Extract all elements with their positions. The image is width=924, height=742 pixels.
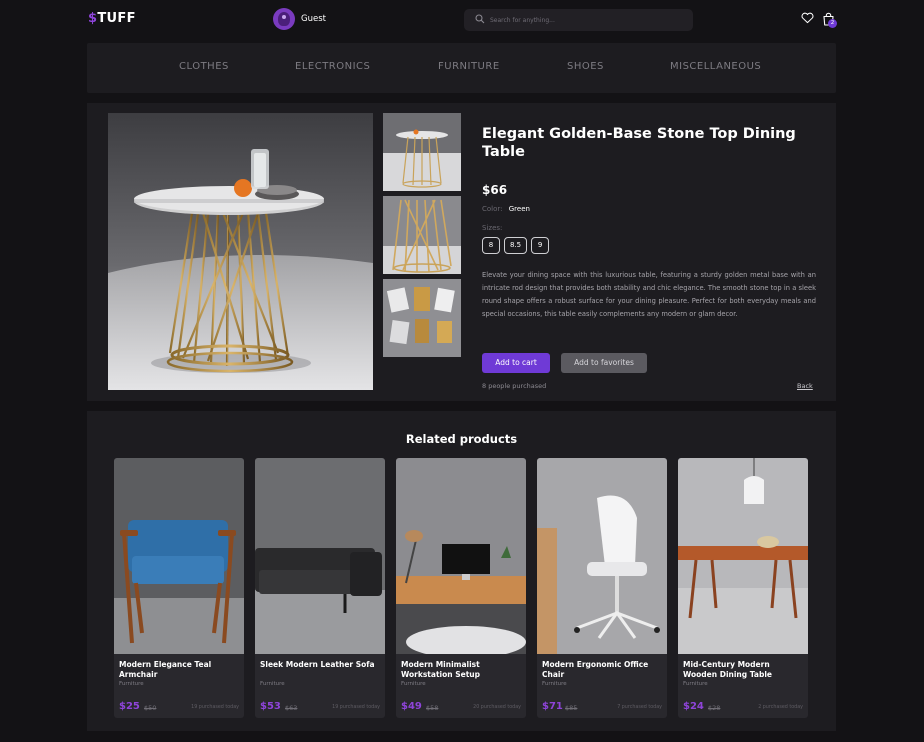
related-products-title: Related products bbox=[405, 432, 518, 446]
product-card-category: Furniture bbox=[119, 681, 144, 687]
logo-symbol: $ bbox=[88, 11, 98, 26]
size-option-9[interactable]: 9 bbox=[531, 237, 550, 254]
product-card[interactable]: Sleek Modern Leather Sofa Furniture $53 … bbox=[255, 458, 385, 718]
logo[interactable]: $TUFF bbox=[88, 11, 136, 26]
product-card-old-price: $28 bbox=[708, 704, 721, 712]
product-card-price: $71 bbox=[542, 701, 563, 712]
product-card-price: $49 bbox=[401, 701, 422, 712]
nav-item-electronics[interactable]: ELECTRONICS bbox=[295, 61, 370, 72]
product-color: Color: Green bbox=[482, 205, 530, 213]
back-link[interactable]: Back bbox=[797, 382, 813, 390]
product-card-sold: 19 purchased today bbox=[191, 705, 239, 710]
color-label: Color: bbox=[482, 205, 503, 213]
product-card-image bbox=[396, 458, 526, 654]
product-card-category: Furniture bbox=[260, 681, 285, 687]
search-input[interactable] bbox=[490, 12, 685, 28]
product-card-title: Sleek Modern Leather Sofa bbox=[260, 660, 375, 669]
search-bar bbox=[464, 9, 693, 31]
product-price: $66 bbox=[482, 183, 508, 197]
product-card-image bbox=[114, 458, 244, 654]
cart-count-badge: 2 bbox=[828, 19, 837, 28]
product-card[interactable]: Modern Ergonomic Office Chair Furniture … bbox=[537, 458, 667, 718]
product-card-price: $53 bbox=[260, 701, 281, 712]
size-option-8[interactable]: 8 bbox=[482, 237, 500, 254]
product-card-title: Modern Minimalist Workstation Setup bbox=[401, 660, 480, 679]
product-card-sold: 2 purchased today bbox=[758, 705, 803, 710]
purchased-count: 8 people purchased bbox=[482, 382, 547, 390]
page: $TUFF Guest 2 CLOTHES ELECTRONICS FURNIT… bbox=[0, 0, 924, 742]
product-card-title: Modern Ergonomic Office Chair bbox=[542, 660, 649, 679]
search-icon[interactable] bbox=[475, 14, 485, 24]
product-card-image bbox=[255, 458, 385, 654]
product-card-old-price: $58 bbox=[426, 704, 439, 712]
product-thumbnail-2[interactable] bbox=[383, 196, 461, 274]
product-card-old-price: $63 bbox=[285, 704, 298, 712]
size-options: 8 8.5 9 bbox=[482, 237, 550, 254]
product-card[interactable]: Modern Elegance Teal Armchair Furniture … bbox=[114, 458, 244, 718]
user-name: Guest bbox=[301, 14, 326, 24]
add-to-favorites-button[interactable]: Add to favorites bbox=[561, 353, 647, 373]
product-card[interactable]: Modern Minimalist Workstation Setup Furn… bbox=[396, 458, 526, 718]
logo-text: TUFF bbox=[97, 11, 136, 26]
product-card-sold: 20 purchased today bbox=[473, 705, 521, 710]
add-to-cart-button[interactable]: Add to cart bbox=[482, 353, 550, 373]
product-card[interactable]: Mid-Century Modern Wooden Dining Table F… bbox=[678, 458, 808, 718]
header: $TUFF Guest 2 bbox=[87, 0, 837, 40]
product-card-sold: 19 purchased today bbox=[332, 705, 380, 710]
product-description: Elevate your dining space with this luxu… bbox=[482, 271, 816, 318]
product-card-sold: 7 purchased today bbox=[617, 705, 662, 710]
size-option-8-5[interactable]: 8.5 bbox=[504, 237, 528, 254]
nav-item-miscellaneous[interactable]: MISCELLANEOUS bbox=[670, 61, 761, 72]
product-card-category: Furniture bbox=[401, 681, 426, 687]
product-card-title: Mid-Century Modern Wooden Dining Table bbox=[683, 660, 772, 679]
heart-icon[interactable] bbox=[801, 12, 814, 24]
sizes-label: Sizes: bbox=[482, 224, 503, 232]
product-card-old-price: $85 bbox=[565, 704, 578, 712]
product-card-image bbox=[678, 458, 808, 654]
product-card-title: Modern Elegance Teal Armchair bbox=[119, 660, 212, 679]
nav-item-shoes[interactable]: SHOES bbox=[567, 61, 604, 72]
product-card-image bbox=[537, 458, 667, 654]
avatar bbox=[273, 8, 295, 30]
category-nav: CLOTHES ELECTRONICS FURNITURE SHOES MISC… bbox=[87, 43, 836, 93]
product-card-category: Furniture bbox=[542, 681, 567, 687]
product-card-price: $25 bbox=[119, 701, 140, 712]
color-value: Green bbox=[508, 205, 530, 213]
product-card-old-price: $50 bbox=[144, 704, 157, 712]
product-main-image bbox=[108, 113, 373, 390]
nav-item-clothes[interactable]: CLOTHES bbox=[179, 61, 229, 72]
related-products: Related products Modern Elegance Teal Ar… bbox=[87, 411, 836, 731]
nav-item-furniture[interactable]: FURNITURE bbox=[438, 61, 500, 72]
product-thumbnail-3[interactable] bbox=[383, 279, 461, 357]
product-card-category: Furniture bbox=[683, 681, 708, 687]
user-menu[interactable]: Guest bbox=[273, 8, 326, 30]
product-thumbnail-1[interactable] bbox=[383, 113, 461, 191]
product-card-price: $24 bbox=[683, 701, 704, 712]
product-title: Elegant Golden-Base Stone Top Dining Tab… bbox=[482, 126, 796, 160]
product-panel: Elegant Golden-Base Stone Top Dining Tab… bbox=[87, 103, 836, 401]
